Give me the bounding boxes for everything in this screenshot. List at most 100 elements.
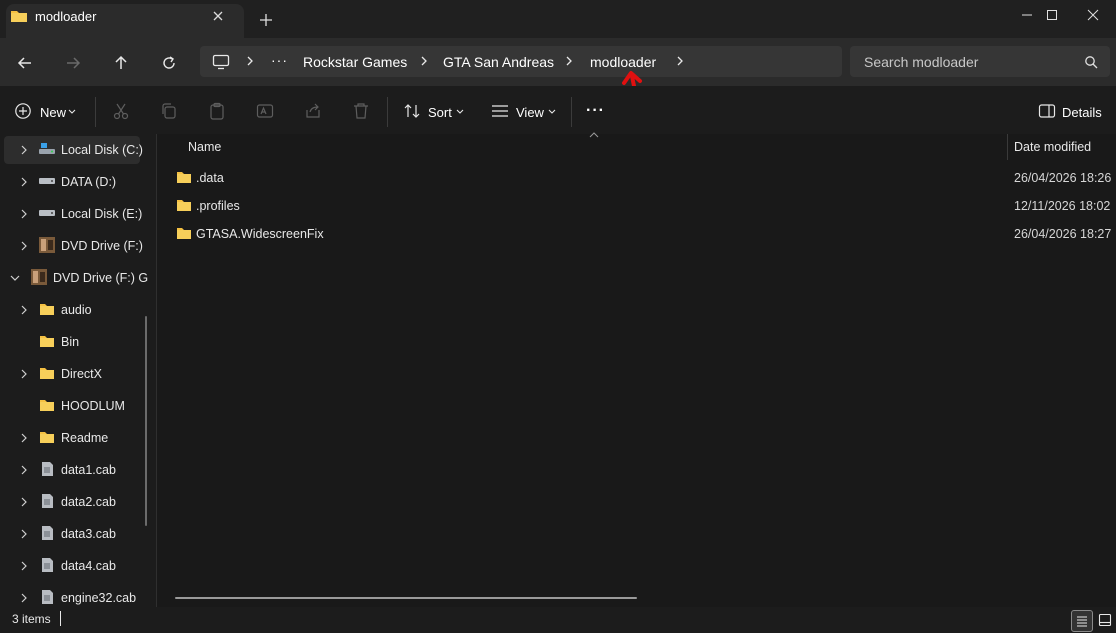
chevron-down-icon <box>456 109 464 114</box>
chevron-right-icon <box>21 465 27 475</box>
up-button[interactable] <box>108 50 134 76</box>
table-row[interactable]: .profiles 12/11/2026 18:02 <box>170 193 1110 219</box>
breadcrumb-overflow[interactable]: ··· <box>271 52 288 68</box>
column-header-name[interactable]: Name <box>188 140 221 154</box>
sidebar-item-bin[interactable]: Bin <box>0 328 156 356</box>
sidebar-item-local-disk-c[interactable]: Local Disk (C:) <box>4 136 143 164</box>
paste-icon[interactable] <box>208 102 226 120</box>
navigation-pane: Local Disk (C:) DATA (D:) Local Disk (E:… <box>0 134 157 607</box>
drive-icon <box>39 178 55 184</box>
sidebar-item-data1-cab[interactable]: data1.cab <box>0 456 156 484</box>
chevron-right-icon[interactable] <box>420 55 428 67</box>
sidebar-item-label: Local Disk (E:) <box>61 207 143 221</box>
chevron-right-icon[interactable] <box>676 55 684 67</box>
sidebar-item-label: Readme <box>61 431 109 445</box>
details-label: Details <box>1062 105 1102 120</box>
horizontal-scrollbar[interactable] <box>175 597 637 599</box>
sort-icon <box>404 104 420 118</box>
computer-icon[interactable] <box>212 54 230 70</box>
sort-button[interactable]: Sort <box>403 101 467 123</box>
file-date-modified: 26/04/2026 18:27 <box>1014 227 1112 241</box>
cut-icon[interactable] <box>112 102 130 120</box>
details-view-button[interactable] <box>1071 610 1093 632</box>
folder-icon <box>40 432 54 443</box>
chevron-down-icon <box>68 109 76 114</box>
sidebar-item-label: DATA (D:) <box>61 175 117 189</box>
new-tab-button[interactable] <box>259 13 273 27</box>
file-date-modified: 12/11/2026 18:02 <box>1014 199 1111 213</box>
sort-label: Sort <box>428 105 452 120</box>
chevron-right-icon <box>21 241 27 251</box>
chevron-right-icon[interactable] <box>565 55 573 67</box>
status-divider <box>60 611 61 626</box>
folder-icon <box>10 8 28 24</box>
new-button[interactable]: New <box>14 101 84 123</box>
close-window-button[interactable] <box>1070 0 1116 30</box>
back-button[interactable] <box>12 50 38 76</box>
breadcrumb-gta-san-andreas[interactable]: GTA San Andreas <box>443 54 554 70</box>
folder-icon <box>40 304 54 315</box>
sidebar-item-data4-cab[interactable]: data4.cab <box>0 552 156 580</box>
sidebar-item-label: data3.cab <box>61 527 116 541</box>
sidebar-item-audio[interactable]: audio <box>0 296 156 324</box>
sidebar-item-label: DVD Drive (F:) G <box>53 271 149 285</box>
chevron-down-icon <box>10 275 20 281</box>
arrow-left-icon <box>17 57 31 69</box>
dvd-icon <box>39 237 55 253</box>
chevron-right-icon <box>21 529 27 539</box>
sidebar-item-hoodlum[interactable]: HOODLUM <box>0 392 156 420</box>
drive-icon <box>39 210 55 216</box>
share-icon[interactable] <box>304 102 322 120</box>
refresh-button[interactable] <box>156 50 182 76</box>
folder-icon <box>177 200 191 211</box>
delete-icon[interactable] <box>352 102 370 120</box>
sidebar-item-data2-cab[interactable]: data2.cab <box>0 488 156 516</box>
sidebar-item-label: audio <box>61 303 92 317</box>
chevron-right-icon <box>21 593 27 603</box>
view-button[interactable]: View <box>491 101 559 123</box>
column-header-date-modified[interactable]: Date modified <box>1014 140 1091 154</box>
chevron-right-icon[interactable] <box>246 55 254 67</box>
breadcrumb-modloader[interactable]: modloader <box>590 54 656 70</box>
sidebar-scrollbar[interactable] <box>145 316 147 526</box>
plus-circle-icon <box>15 103 31 119</box>
maximize-icon <box>1047 10 1057 20</box>
maximize-button[interactable] <box>1029 0 1075 30</box>
sidebar-item-engine32-cab[interactable]: engine32.cab <box>0 584 156 607</box>
file-name: GTASA.WidescreenFix <box>196 227 324 241</box>
new-label: New <box>40 105 67 120</box>
chevron-right-icon <box>21 177 27 187</box>
cab-file-icon <box>42 558 53 572</box>
divider <box>387 97 388 127</box>
sidebar-item-data3-cab[interactable]: data3.cab <box>0 520 156 548</box>
details-button[interactable]: Details <box>1038 101 1102 123</box>
close-tab-icon[interactable] <box>211 9 225 23</box>
refresh-icon <box>163 56 175 69</box>
table-row[interactable]: GTASA.WidescreenFix 26/04/2026 18:27 <box>170 221 1112 247</box>
sidebar-item-dvd-drive-f[interactable]: DVD Drive (F:) <box>0 232 156 260</box>
rename-icon[interactable] <box>256 102 274 120</box>
sidebar-item-readme[interactable]: Readme <box>0 424 156 452</box>
chevron-right-icon <box>21 369 27 379</box>
table-row[interactable]: .data 26/04/2026 18:26 <box>170 165 1111 191</box>
tab-title: modloader <box>35 9 97 24</box>
file-name: .data <box>196 171 224 185</box>
sidebar-item-directx[interactable]: DirectX <box>0 360 156 388</box>
copy-icon[interactable] <box>160 102 178 120</box>
search-icon[interactable] <box>1084 55 1098 69</box>
breadcrumb-rockstar-games[interactable]: Rockstar Games <box>303 54 407 70</box>
search-input[interactable]: Search modloader <box>864 54 978 70</box>
sidebar-item-label: data2.cab <box>61 495 116 509</box>
column-divider[interactable] <box>1007 134 1008 160</box>
sidebar-item-label: Bin <box>61 335 80 349</box>
chevron-right-icon <box>21 209 27 219</box>
sidebar-item-data-d[interactable]: DATA (D:) <box>0 168 156 196</box>
more-options-button[interactable]: ··· <box>586 102 605 120</box>
status-bar <box>0 607 1116 633</box>
large-icons-view-button[interactable] <box>1095 610 1115 630</box>
sidebar-item-local-disk-e[interactable]: Local Disk (E:) <box>0 200 156 228</box>
sidebar-item-dvd-drive-f-g[interactable]: DVD Drive (F:) G <box>0 264 156 292</box>
arrow-right-icon <box>67 57 81 69</box>
tiles-view-icon <box>1098 613 1112 627</box>
forward-button[interactable] <box>60 50 86 76</box>
